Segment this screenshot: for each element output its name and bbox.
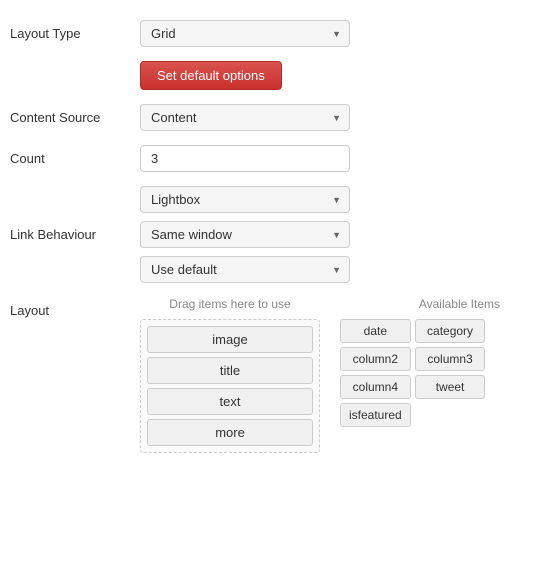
available-item-column2[interactable]: column2 bbox=[340, 347, 411, 371]
available-item-isfeatured[interactable]: isfeatured bbox=[340, 403, 411, 427]
link-behaviour-select-2[interactable]: Same window New window bbox=[140, 221, 350, 248]
set-default-row: Set default options bbox=[10, 61, 550, 104]
link-behaviour-select-1-wrapper[interactable]: Lightbox New window Same window bbox=[140, 186, 350, 213]
layout-row: Layout Drag items here to use image titl… bbox=[10, 297, 550, 453]
drag-area: Drag items here to use image title text … bbox=[140, 297, 320, 453]
settings-form: Layout Type Grid List Masonry Set defaul… bbox=[10, 20, 550, 467]
available-area: Available Items date category column2 co… bbox=[340, 297, 500, 427]
available-item-column4[interactable]: column4 bbox=[340, 375, 411, 399]
layout-label: Layout bbox=[10, 297, 140, 318]
link-behaviour-select-3-wrapper[interactable]: Use default Override bbox=[140, 256, 350, 283]
drag-item-more[interactable]: more bbox=[147, 419, 313, 446]
link-behaviour-select-3[interactable]: Use default Override bbox=[140, 256, 350, 283]
link-behaviour-row: Link Behaviour Lightbox New window Same … bbox=[10, 186, 550, 283]
link-behaviour-label: Link Behaviour bbox=[10, 227, 140, 242]
link-behaviour-select-2-wrapper[interactable]: Same window New window bbox=[140, 221, 350, 248]
set-default-button[interactable]: Set default options bbox=[140, 61, 282, 90]
available-grid: date category column2 column3 column4 tw… bbox=[340, 319, 485, 427]
available-label: Available Items bbox=[340, 297, 500, 311]
drag-item-image[interactable]: image bbox=[147, 326, 313, 353]
available-item-date[interactable]: date bbox=[340, 319, 411, 343]
layout-type-label: Layout Type bbox=[10, 26, 140, 41]
drag-item-title[interactable]: title bbox=[147, 357, 313, 384]
content-source-label: Content Source bbox=[10, 110, 140, 125]
count-input[interactable] bbox=[140, 145, 350, 172]
drag-item-text[interactable]: text bbox=[147, 388, 313, 415]
drag-items-container[interactable]: image title text more bbox=[140, 319, 320, 453]
link-behaviour-select-1[interactable]: Lightbox New window Same window bbox=[140, 186, 350, 213]
drag-label: Drag items here to use bbox=[169, 297, 290, 311]
content-source-row: Content Source Content News Blog bbox=[10, 104, 550, 131]
content-source-select[interactable]: Content News Blog bbox=[140, 104, 350, 131]
layout-type-select-wrapper[interactable]: Grid List Masonry bbox=[140, 20, 350, 47]
count-label: Count bbox=[10, 151, 140, 166]
link-behaviour-controls: Lightbox New window Same window Same win… bbox=[140, 186, 350, 283]
available-item-column3[interactable]: column3 bbox=[415, 347, 486, 371]
content-source-select-wrapper[interactable]: Content News Blog bbox=[140, 104, 350, 131]
available-item-tweet[interactable]: tweet bbox=[415, 375, 486, 399]
layout-type-select[interactable]: Grid List Masonry bbox=[140, 20, 350, 47]
layout-area: Drag items here to use image title text … bbox=[140, 297, 500, 453]
count-row: Count bbox=[10, 145, 550, 172]
available-item-category[interactable]: category bbox=[415, 319, 486, 343]
layout-type-row: Layout Type Grid List Masonry bbox=[10, 20, 550, 47]
